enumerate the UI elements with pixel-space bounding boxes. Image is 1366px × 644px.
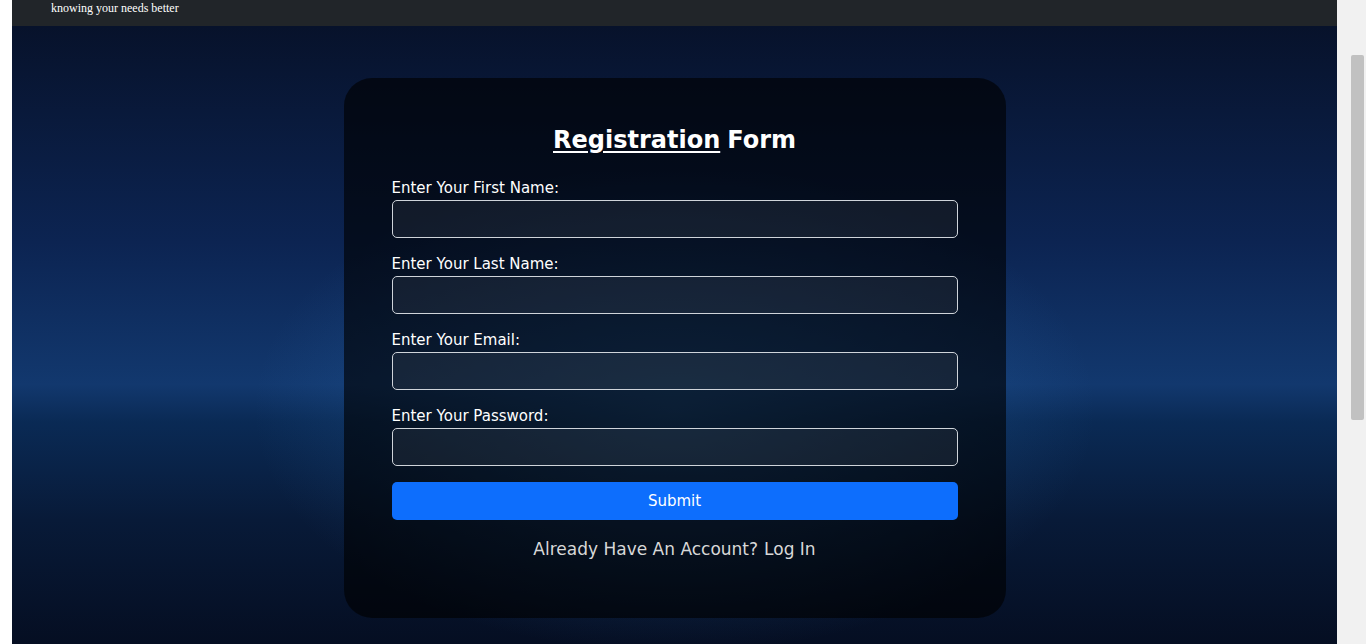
top-navbar: knowing your needs better xyxy=(12,0,1337,26)
hero-background-image: RegistrationForm Enter Your First Name: En… xyxy=(12,26,1337,644)
submit-button[interactable]: Submit xyxy=(392,482,958,520)
text-input[interactable] xyxy=(392,352,958,390)
field-label: Enter Your First Name: xyxy=(392,178,958,198)
scrollbar[interactable] xyxy=(1337,0,1366,644)
field-label: Enter Your Email: xyxy=(392,330,958,350)
login-link[interactable]: Log In xyxy=(764,538,816,560)
scrollbar-thumb[interactable] xyxy=(1351,55,1364,420)
field-label: Enter Your Password: xyxy=(392,406,958,426)
form-field: Enter Your First Name: xyxy=(392,178,958,238)
form-title: RegistrationForm xyxy=(392,124,958,156)
registration-card: RegistrationForm Enter Your First Name: En… xyxy=(344,78,1006,618)
text-input[interactable] xyxy=(392,200,958,238)
text-input[interactable] xyxy=(392,276,958,314)
form-title-rest: Form xyxy=(727,124,796,156)
text-input[interactable] xyxy=(392,428,958,466)
brand-tagline: knowing your needs better xyxy=(51,0,179,15)
page: knowing your needs better RegistrationFor… xyxy=(0,0,1366,644)
form-field: Enter Your Email: xyxy=(392,330,958,390)
main-area: knowing your needs better RegistrationFor… xyxy=(12,0,1337,644)
left-gutter xyxy=(0,0,12,644)
login-prompt-text: Already Have An Account? xyxy=(533,538,758,560)
form-field: Enter Your Password: xyxy=(392,406,958,466)
form-field: Enter Your Last Name: xyxy=(392,254,958,314)
form-title-underlined: Registration xyxy=(553,124,720,156)
field-label: Enter Your Last Name: xyxy=(392,254,958,274)
login-prompt: Already Have An Account? Log In xyxy=(392,538,958,560)
